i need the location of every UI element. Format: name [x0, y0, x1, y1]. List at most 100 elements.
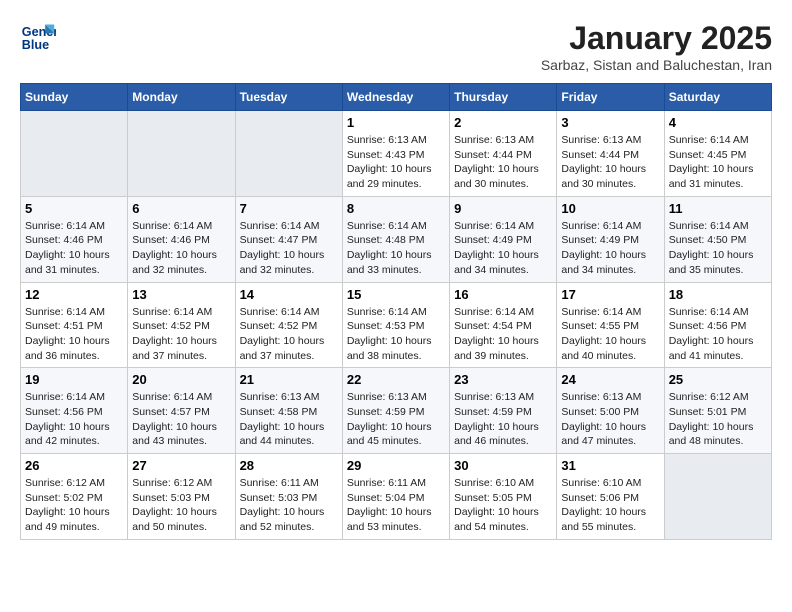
day-info: Sunrise: 6:13 AM Sunset: 4:59 PM Dayligh… [454, 390, 552, 449]
day-number: 20 [132, 372, 230, 387]
day-number: 21 [240, 372, 338, 387]
day-number: 2 [454, 115, 552, 130]
day-number: 25 [669, 372, 767, 387]
day-cell: 21 Sunrise: 6:13 AM Sunset: 4:58 PM Dayli… [235, 368, 342, 454]
day-info: Sunrise: 6:14 AM Sunset: 4:45 PM Dayligh… [669, 133, 767, 192]
week-row-1: 1Sunrise: 6:13 AM Sunset: 4:43 PM Daylig… [21, 111, 772, 197]
day-cell: 19 Sunrise: 6:14 AM Sunset: 4:56 PM Dayli… [21, 368, 128, 454]
day-number: 23 [454, 372, 552, 387]
day-info: Sunrise: 6:13 AM Sunset: 4:44 PM Dayligh… [454, 133, 552, 192]
day-number: 29 [347, 458, 445, 473]
day-number: 24 [561, 372, 659, 387]
day-info: Sunrise: 6:13 AM Sunset: 4:44 PM Dayligh… [561, 133, 659, 192]
day-cell [21, 111, 128, 197]
day-number: 6 [132, 201, 230, 216]
day-cell: 2 Sunrise: 6:13 AM Sunset: 4:44 PM Daylig… [450, 111, 557, 197]
day-number: 30 [454, 458, 552, 473]
day-info: Sunrise: 6:14 AM Sunset: 4:57 PM Dayligh… [132, 390, 230, 449]
day-cell: 10 Sunrise: 6:14 AM Sunset: 4:49 PM Dayli… [557, 196, 664, 282]
day-cell: 6 Sunrise: 6:14 AM Sunset: 4:46 PM Daylig… [128, 196, 235, 282]
day-info: Sunrise: 6:14 AM Sunset: 4:49 PM Dayligh… [454, 219, 552, 278]
day-number: 1 [347, 115, 445, 130]
day-cell: 30 Sunrise: 6:10 AM Sunset: 5:05 PM Dayli… [450, 454, 557, 540]
day-info: Sunrise: 6:10 AM Sunset: 5:06 PM Dayligh… [561, 476, 659, 535]
weekday-header-sunday: Sunday [21, 84, 128, 111]
day-info: Sunrise: 6:14 AM Sunset: 4:56 PM Dayligh… [669, 305, 767, 364]
weekday-header-saturday: Saturday [664, 84, 771, 111]
day-cell [664, 454, 771, 540]
day-cell: 15 Sunrise: 6:14 AM Sunset: 4:53 PM Dayli… [342, 282, 449, 368]
day-info: Sunrise: 6:13 AM Sunset: 5:00 PM Dayligh… [561, 390, 659, 449]
day-number: 10 [561, 201, 659, 216]
day-cell: 8 Sunrise: 6:14 AM Sunset: 4:48 PM Daylig… [342, 196, 449, 282]
day-info: Sunrise: 6:12 AM Sunset: 5:01 PM Dayligh… [669, 390, 767, 449]
day-info: Sunrise: 6:14 AM Sunset: 4:52 PM Dayligh… [240, 305, 338, 364]
day-cell: 12 Sunrise: 6:14 AM Sunset: 4:51 PM Dayli… [21, 282, 128, 368]
day-cell: 1Sunrise: 6:13 AM Sunset: 4:43 PM Daylig… [342, 111, 449, 197]
day-number: 26 [25, 458, 123, 473]
calendar-table: SundayMondayTuesdayWednesdayThursdayFrid… [20, 83, 772, 540]
day-cell: 20 Sunrise: 6:14 AM Sunset: 4:57 PM Dayli… [128, 368, 235, 454]
day-info: Sunrise: 6:14 AM Sunset: 4:47 PM Dayligh… [240, 219, 338, 278]
day-info: Sunrise: 6:11 AM Sunset: 5:04 PM Dayligh… [347, 476, 445, 535]
day-number: 22 [347, 372, 445, 387]
day-info: Sunrise: 6:14 AM Sunset: 4:49 PM Dayligh… [561, 219, 659, 278]
day-cell [128, 111, 235, 197]
day-info: Sunrise: 6:14 AM Sunset: 4:54 PM Dayligh… [454, 305, 552, 364]
day-number: 13 [132, 287, 230, 302]
month-title: January 2025 [541, 20, 772, 57]
day-cell: 11Sunrise: 6:14 AM Sunset: 4:50 PM Dayli… [664, 196, 771, 282]
day-info: Sunrise: 6:14 AM Sunset: 4:46 PM Dayligh… [25, 219, 123, 278]
day-info: Sunrise: 6:10 AM Sunset: 5:05 PM Dayligh… [454, 476, 552, 535]
day-number: 15 [347, 287, 445, 302]
day-cell: 16 Sunrise: 6:14 AM Sunset: 4:54 PM Dayli… [450, 282, 557, 368]
day-number: 14 [240, 287, 338, 302]
logo-icon: General Blue [20, 20, 56, 56]
location-subtitle: Sarbaz, Sistan and Baluchestan, Iran [541, 57, 772, 73]
day-cell: 5 Sunrise: 6:14 AM Sunset: 4:46 PM Daylig… [21, 196, 128, 282]
day-info: Sunrise: 6:14 AM Sunset: 4:56 PM Dayligh… [25, 390, 123, 449]
weekday-header-row: SundayMondayTuesdayWednesdayThursdayFrid… [21, 84, 772, 111]
day-cell: 23 Sunrise: 6:13 AM Sunset: 4:59 PM Dayli… [450, 368, 557, 454]
day-number: 18 [669, 287, 767, 302]
day-number: 19 [25, 372, 123, 387]
weekday-header-thursday: Thursday [450, 84, 557, 111]
week-row-5: 26 Sunrise: 6:12 AM Sunset: 5:02 PM Dayli… [21, 454, 772, 540]
day-info: Sunrise: 6:14 AM Sunset: 4:51 PM Dayligh… [25, 305, 123, 364]
day-cell: 29 Sunrise: 6:11 AM Sunset: 5:04 PM Dayli… [342, 454, 449, 540]
day-info: Sunrise: 6:11 AM Sunset: 5:03 PM Dayligh… [240, 476, 338, 535]
logo: General Blue [20, 20, 56, 56]
day-cell: 17Sunrise: 6:14 AM Sunset: 4:55 PM Dayli… [557, 282, 664, 368]
day-info: Sunrise: 6:14 AM Sunset: 4:53 PM Dayligh… [347, 305, 445, 364]
weekday-header-monday: Monday [128, 84, 235, 111]
day-cell: 27Sunrise: 6:12 AM Sunset: 5:03 PM Dayli… [128, 454, 235, 540]
title-block: January 2025 Sarbaz, Sistan and Baluches… [541, 20, 772, 73]
weekday-header-wednesday: Wednesday [342, 84, 449, 111]
day-cell: 24 Sunrise: 6:13 AM Sunset: 5:00 PM Dayli… [557, 368, 664, 454]
day-info: Sunrise: 6:12 AM Sunset: 5:02 PM Dayligh… [25, 476, 123, 535]
day-cell: 22 Sunrise: 6:13 AM Sunset: 4:59 PM Dayli… [342, 368, 449, 454]
page-header: General Blue January 2025 Sarbaz, Sistan… [20, 20, 772, 73]
day-info: Sunrise: 6:12 AM Sunset: 5:03 PM Dayligh… [132, 476, 230, 535]
day-number: 8 [347, 201, 445, 216]
day-number: 16 [454, 287, 552, 302]
day-cell: 14 Sunrise: 6:14 AM Sunset: 4:52 PM Dayli… [235, 282, 342, 368]
day-number: 31 [561, 458, 659, 473]
day-number: 4 [669, 115, 767, 130]
day-number: 17 [561, 287, 659, 302]
day-number: 12 [25, 287, 123, 302]
day-info: Sunrise: 6:14 AM Sunset: 4:46 PM Dayligh… [132, 219, 230, 278]
day-cell: 3 Sunrise: 6:13 AM Sunset: 4:44 PM Daylig… [557, 111, 664, 197]
day-cell: 18 Sunrise: 6:14 AM Sunset: 4:56 PM Dayli… [664, 282, 771, 368]
day-number: 3 [561, 115, 659, 130]
day-cell: 13Sunrise: 6:14 AM Sunset: 4:52 PM Dayli… [128, 282, 235, 368]
day-info: Sunrise: 6:13 AM Sunset: 4:58 PM Dayligh… [240, 390, 338, 449]
day-number: 5 [25, 201, 123, 216]
week-row-2: 5 Sunrise: 6:14 AM Sunset: 4:46 PM Daylig… [21, 196, 772, 282]
week-row-4: 19 Sunrise: 6:14 AM Sunset: 4:56 PM Dayli… [21, 368, 772, 454]
day-number: 28 [240, 458, 338, 473]
day-info: Sunrise: 6:13 AM Sunset: 4:59 PM Dayligh… [347, 390, 445, 449]
day-info: Sunrise: 6:14 AM Sunset: 4:48 PM Dayligh… [347, 219, 445, 278]
day-cell: 28 Sunrise: 6:11 AM Sunset: 5:03 PM Dayli… [235, 454, 342, 540]
day-number: 7 [240, 201, 338, 216]
